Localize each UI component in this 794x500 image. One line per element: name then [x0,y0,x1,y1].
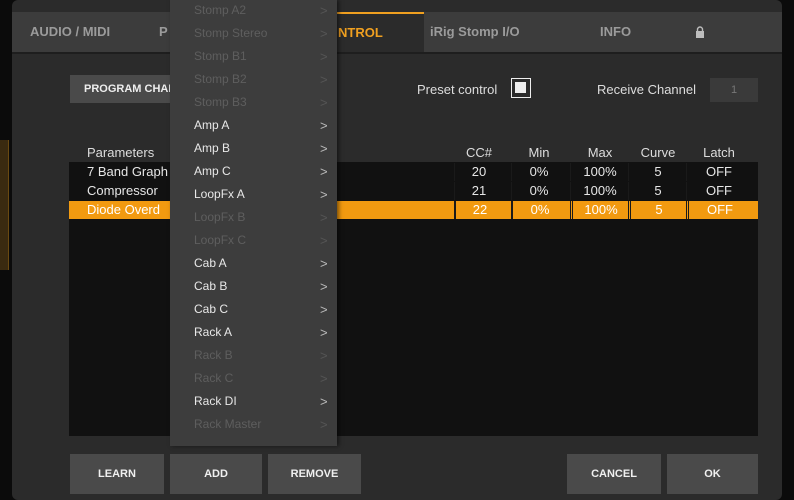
chevron-right-icon: > [320,187,328,202]
menu-item[interactable]: Rack Master > [170,413,337,436]
menu-item[interactable]: Stomp Stereo > [170,22,337,45]
menu-item[interactable]: Amp A > [170,114,337,137]
chevron-right-icon: > [320,164,328,179]
header-latch: Latch [703,145,735,160]
menu-item[interactable]: LoopFx B > [170,206,337,229]
row-name: Compressor [87,183,158,198]
row-curve: 5 [654,183,662,198]
row-min: 0% [512,201,567,219]
chevron-right-icon: > [320,233,328,248]
left-edge-handle [0,140,9,270]
tab-bar: AUDIO / MIDI P NTROL iRig Stomp I/O INFO [12,12,782,54]
menu-item[interactable]: Rack DI > [170,390,337,413]
chevron-right-icon: > [320,26,328,41]
chevron-right-icon: > [320,325,328,340]
row-name: 7 Band Graph [87,164,168,179]
add-button[interactable]: ADD [170,454,262,494]
menu-item[interactable]: LoopFx C > [170,229,337,252]
tab-audio-midi[interactable]: AUDIO / MIDI [30,12,110,52]
menu-item[interactable]: Rack C > [170,367,337,390]
receive-channel-label: Receive Channel [597,82,697,97]
row-latch: OFF [706,183,732,198]
chevron-right-icon: > [320,417,328,432]
menu-item[interactable]: Cab C > [170,298,337,321]
row-latch: OFF [688,201,751,219]
chevron-right-icon: > [320,348,328,363]
row-max: 100% [583,183,617,198]
row-cc: 21 [471,183,487,198]
row-cc: 20 [471,164,487,179]
menu-item[interactable]: Cab A > [170,252,337,275]
checkbox-checked-icon [515,82,526,93]
header-parameters: Parameters [87,145,155,160]
menu-item[interactable]: Rack A > [170,321,337,344]
header-curve: Curve [640,145,676,160]
ok-button[interactable]: OK [667,454,758,494]
menu-item[interactable]: LoopFx A > [170,183,337,206]
chevron-right-icon: > [320,49,328,64]
row-cc: 22 [455,201,504,219]
program-change-button[interactable]: PROGRAM CHAN [70,75,174,103]
preset-control-label: Preset control [417,82,498,97]
row-name: Diode Overd [87,202,160,217]
chevron-right-icon: > [320,118,328,133]
module-dropdown-menu: Stomp A2 > Stomp Stereo > Stomp B1 > Stomp … [170,0,337,446]
chevron-right-icon: > [320,95,328,110]
menu-item[interactable]: Stomp B3 > [170,91,337,114]
header-cc: CC# [465,145,492,160]
menu-item[interactable]: Amp C > [170,160,337,183]
menu-item[interactable]: Stomp B2 > [170,68,337,91]
preset-control-checkbox[interactable] [511,78,531,98]
menu-item[interactable]: Cab B > [170,275,337,298]
menu-item[interactable]: Amp B > [170,137,337,160]
remove-button[interactable]: REMOVE [268,454,361,494]
tab-info[interactable]: INFO [600,12,631,52]
chevron-right-icon: > [320,3,328,18]
tab-midi-control[interactable]: NTROL [332,12,424,52]
row-max: 100% [572,201,629,219]
menu-item[interactable]: Rack B > [170,344,337,367]
header-max: Max [587,145,613,160]
learn-button[interactable]: LEARN [70,454,164,494]
chevron-right-icon: > [320,72,328,87]
row-max: 100% [583,164,617,179]
chevron-right-icon: > [320,141,328,156]
chevron-right-icon: > [320,394,328,409]
lock-icon [696,26,704,38]
row-min: 0% [529,183,549,198]
receive-channel-field[interactable]: 1 [710,78,758,102]
chevron-right-icon: > [320,279,328,294]
row-curve: 5 [630,201,687,219]
chevron-right-icon: > [320,302,328,317]
chevron-right-icon: > [320,256,328,271]
row-latch: OFF [706,164,732,179]
header-min: Min [528,145,550,160]
menu-item[interactable]: Stomp A2 > [170,0,337,22]
menu-item[interactable]: Stomp B1 > [170,45,337,68]
chevron-right-icon: > [320,210,328,225]
cancel-button[interactable]: CANCEL [567,454,661,494]
row-curve: 5 [654,164,662,179]
tab-irig-stomp[interactable]: iRig Stomp I/O [430,12,520,52]
row-min: 0% [529,164,549,179]
tab-partial-p[interactable]: P [159,12,168,52]
chevron-right-icon: > [320,371,328,386]
